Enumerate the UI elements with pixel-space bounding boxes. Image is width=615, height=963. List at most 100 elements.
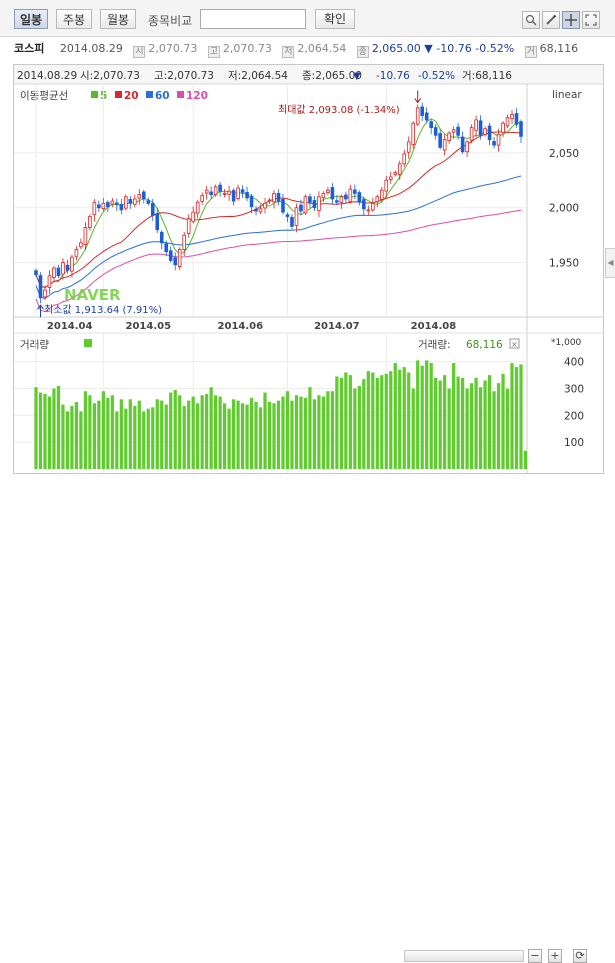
tab-daily[interactable]: 일봉 [14,9,48,29]
candle-body [101,202,106,210]
volume-bar [290,400,294,469]
candle-body [285,214,290,217]
candle-body [150,202,155,216]
volume-unit: *1,000 [551,338,582,348]
candle-body [213,186,218,195]
volume-bar [164,404,168,469]
candle-body [204,189,209,194]
pencil-icon[interactable] [542,11,560,29]
volume-bar [218,396,222,469]
zoom-in-icon[interactable]: + [548,949,562,963]
volume-bar [501,373,505,469]
volume-bar [519,364,523,469]
toolbar: 일봉 주봉 월봉 종목비교 확인 [0,0,615,37]
candle-body [415,107,420,125]
candle-body [317,196,321,211]
volume-bar [249,397,254,469]
quote-close: 2,065.00 [371,42,421,55]
volume-bar [110,395,114,469]
tab-weekly[interactable]: 주봉 [56,9,92,29]
date-tick-label: 2014.05 [125,321,171,332]
candle-body [447,132,451,141]
candle-body [159,231,164,244]
candle-body [411,122,416,145]
chart-scrollbar[interactable] [404,950,524,962]
chart-container: 2014.08.29 시:2,070.73 고:2,070.73 저:2,064… [13,64,604,474]
volume-bar [236,400,240,469]
candle-body [195,201,200,214]
volume-bar [375,377,379,469]
volume-bar [97,400,101,469]
volume-bar [299,396,303,469]
candle-body [501,122,505,133]
candle-body [218,184,222,192]
magnifier-icon[interactable] [522,11,540,29]
stock-chart: 2014.08.29 시:2,070.73 고:2,070.73 저:2,064… [14,65,603,473]
volume-bar [465,388,469,469]
volume-bar [272,403,276,469]
volume-bars [34,360,528,469]
zoom-out-icon[interactable]: − [528,949,542,963]
candle-body [330,187,335,200]
side-collapse-arrow-icon[interactable]: ◀ [605,248,615,278]
candle-body [303,196,308,214]
volume-value: 68,116 [466,339,503,351]
quote-bar: 코스피 2014.08.29 시 2,070.73 고 2,070.73 저 2,06… [14,37,604,61]
crosshair-icon[interactable] [562,11,580,29]
date-tick-label: 2014.08 [411,321,457,332]
volume-bar [178,395,182,469]
index-name: 코스피 [14,42,45,55]
volume-bar [267,401,272,469]
candle-body [424,112,429,121]
candle-body [146,200,151,204]
candle-body [362,199,366,210]
candle-body [460,136,465,153]
volume-bar [88,395,92,469]
volume-bar [312,399,317,469]
candle-body [254,208,258,212]
tab-monthly[interactable]: 월봉 [100,9,136,29]
candle-body [299,204,303,212]
price-axis: 1,950 2,000 2,050 [549,148,579,270]
candle-body [397,163,402,175]
candle-body [420,106,424,116]
candle-body [344,194,348,200]
candle-body [393,172,398,175]
volume-bar [407,372,411,469]
confirm-button[interactable]: 확인 [315,9,355,29]
volume-bar [393,363,397,469]
candle-body [272,193,276,203]
volume-bar [196,403,200,469]
candles [34,102,523,304]
volume-bar [245,404,249,469]
candle-body [177,249,182,267]
candle-body [155,213,160,231]
volume-bar [160,400,164,469]
candle-body [222,193,227,195]
volume-bar [191,396,195,469]
quote-open: 2,070.73 [148,42,198,55]
volume-bar [344,372,348,469]
candle-body [469,127,474,141]
volume-bar [155,399,159,469]
volume-tick-label: 200 [564,410,584,422]
volume-bar [339,377,343,469]
candle-body [61,262,65,275]
volume-bar [330,391,335,469]
volume-bar [79,411,83,469]
volume-bar [124,408,128,469]
volume-bar [227,408,231,469]
info-change: -10.76 [376,70,410,82]
compare-input[interactable] [200,9,306,29]
refresh-icon[interactable]: ⟳ [573,949,587,963]
candle-body [276,193,281,202]
expand-icon[interactable] [582,11,600,29]
low-icon: 저 [282,46,295,58]
volume-bar [357,385,361,469]
volume-bar [514,367,519,469]
volume-bar [492,391,496,469]
candle-body [339,196,344,203]
volume-bar [389,371,393,469]
volume-bar [254,401,258,469]
info-high: 고:2,070.73 [154,70,214,82]
